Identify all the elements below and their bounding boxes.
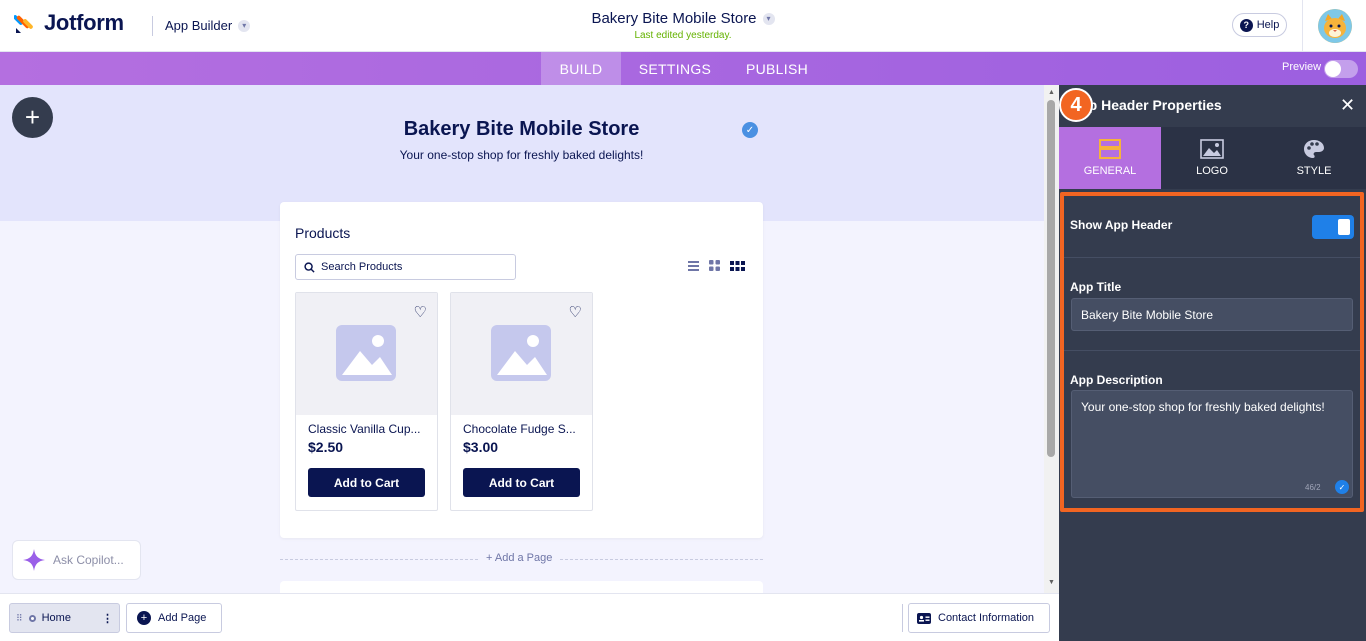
- drag-handle-icon[interactable]: ⠿: [16, 613, 23, 624]
- header-layout-icon: [1099, 139, 1121, 159]
- highlight-box: [1060, 192, 1364, 512]
- product-card[interactable]: ♡ Chocolate Fudge S... $3.00 Add to Cart: [450, 292, 593, 511]
- contact-card-icon: [917, 612, 931, 624]
- last-edited-status: Last edited yesterday.: [634, 30, 732, 41]
- add-page-label: Add Page: [158, 612, 207, 624]
- product-price: $2.50: [308, 439, 344, 455]
- tab-style[interactable]: STYLE: [1263, 127, 1365, 189]
- copilot-label: Ask Copilot...: [53, 553, 124, 567]
- tab-logo-label: LOGO: [1196, 165, 1228, 177]
- avatar-cat-icon: [1318, 9, 1352, 43]
- tab-general-label: GENERAL: [1083, 165, 1137, 177]
- palette-icon: [1304, 140, 1324, 158]
- product-card[interactable]: ♡ Classic Vanilla Cup... $2.50 Add to Ca…: [295, 292, 438, 511]
- add-element-button[interactable]: +: [12, 97, 53, 138]
- avatar[interactable]: [1318, 9, 1352, 43]
- app-canvas: + Bakery Bite Mobile Store Your one-stop…: [0, 85, 1044, 593]
- heart-icon[interactable]: ♡: [414, 303, 427, 321]
- help-button[interactable]: ? Help: [1232, 13, 1287, 37]
- preview-toggle[interactable]: [1324, 60, 1358, 78]
- next-page-card[interactable]: [280, 581, 763, 593]
- add-a-page-link[interactable]: + Add a Page: [480, 552, 559, 564]
- app-title-dropdown[interactable]: Bakery Bite Mobile Store ▾: [591, 10, 775, 27]
- top-bar: Jotform App Builder ▾ Bakery Bite Mobile…: [0, 0, 1366, 52]
- dot-icon: [28, 614, 36, 622]
- canvas-scrollbar[interactable]: ▲ ▼: [1044, 85, 1059, 593]
- more-vertical-icon[interactable]: ⋮: [102, 612, 113, 625]
- product-image-placeholder: ♡: [451, 293, 592, 415]
- home-label: Home: [41, 612, 71, 624]
- products-card[interactable]: Products Search Products ♡ Classic Vanil…: [280, 202, 763, 538]
- add-to-cart-button[interactable]: Add to Cart: [308, 468, 425, 497]
- grid-view-icon[interactable]: [709, 260, 720, 271]
- step-badge: 4: [1059, 88, 1093, 122]
- header-divider: [1302, 0, 1303, 52]
- product-name: Classic Vanilla Cup...: [308, 422, 421, 436]
- close-icon[interactable]: ✕: [1340, 95, 1355, 116]
- scroll-down-arrow-icon[interactable]: ▼: [1048, 579, 1055, 586]
- builder-nav-bar: BUILD SETTINGS PUBLISH Preview: [0, 52, 1366, 85]
- search-products-input[interactable]: Search Products: [295, 254, 516, 280]
- preview-label: Preview: [1282, 61, 1322, 73]
- product-name: Chocolate Fudge S...: [463, 422, 576, 436]
- search-placeholder: Search Products: [321, 261, 403, 273]
- contact-label: Contact Information: [938, 612, 1034, 624]
- image-icon: [491, 325, 551, 381]
- tab-settings[interactable]: SETTINGS: [631, 52, 719, 85]
- list-view-icon[interactable]: [688, 260, 699, 271]
- scroll-thumb[interactable]: [1047, 100, 1055, 457]
- app-title: Bakery Bite Mobile Store: [591, 10, 757, 27]
- help-label: Help: [1256, 19, 1280, 31]
- tab-build[interactable]: BUILD: [541, 52, 621, 85]
- tab-general[interactable]: GENERAL: [1059, 127, 1161, 189]
- compact-grid-view-icon[interactable]: [730, 260, 745, 271]
- contact-information-button[interactable]: Contact Information: [908, 603, 1050, 633]
- app-title-area: Bakery Bite Mobile Store ▾ Last edited y…: [0, 10, 1366, 41]
- products-heading: Products: [295, 225, 351, 241]
- plus-icon: +: [486, 552, 495, 564]
- heart-icon[interactable]: ♡: [569, 303, 582, 321]
- search-icon: [304, 261, 315, 273]
- tab-logo[interactable]: LOGO: [1161, 127, 1263, 189]
- plus-circle-icon: +: [137, 611, 151, 625]
- sparkle-icon: [23, 549, 45, 571]
- add-a-page-label: Add a Page: [494, 552, 553, 564]
- app-header-title: Bakery Bite Mobile Store: [403, 118, 640, 140]
- app-header-description: Your one-stop shop for freshly baked del…: [399, 148, 644, 162]
- image-icon: [336, 325, 396, 381]
- tab-style-label: STYLE: [1296, 165, 1332, 177]
- add-to-cart-button[interactable]: Add to Cart: [463, 468, 580, 497]
- image-icon: [1200, 139, 1224, 159]
- pages-footer: ⠿ Home ⋮ + Add Page Contact Information: [0, 593, 1059, 641]
- question-icon: ?: [1239, 18, 1253, 32]
- footer-divider: [902, 604, 903, 632]
- product-price: $3.00: [463, 439, 499, 455]
- chevron-down-icon: ▾: [762, 12, 775, 25]
- add-page-button[interactable]: + Add Page: [126, 603, 222, 633]
- product-image-placeholder: ♡: [296, 293, 437, 415]
- panel-tabs: GENERAL LOGO STYLE: [1059, 127, 1366, 189]
- scroll-up-arrow-icon[interactable]: ▲: [1048, 89, 1055, 96]
- check-icon: ✓: [742, 122, 758, 138]
- view-toggle-group: [688, 260, 745, 271]
- page-tab-home[interactable]: ⠿ Home ⋮: [9, 603, 120, 633]
- plus-icon: +: [24, 102, 41, 132]
- tab-publish[interactable]: PUBLISH: [737, 52, 817, 85]
- ask-copilot-button[interactable]: Ask Copilot...: [12, 540, 141, 580]
